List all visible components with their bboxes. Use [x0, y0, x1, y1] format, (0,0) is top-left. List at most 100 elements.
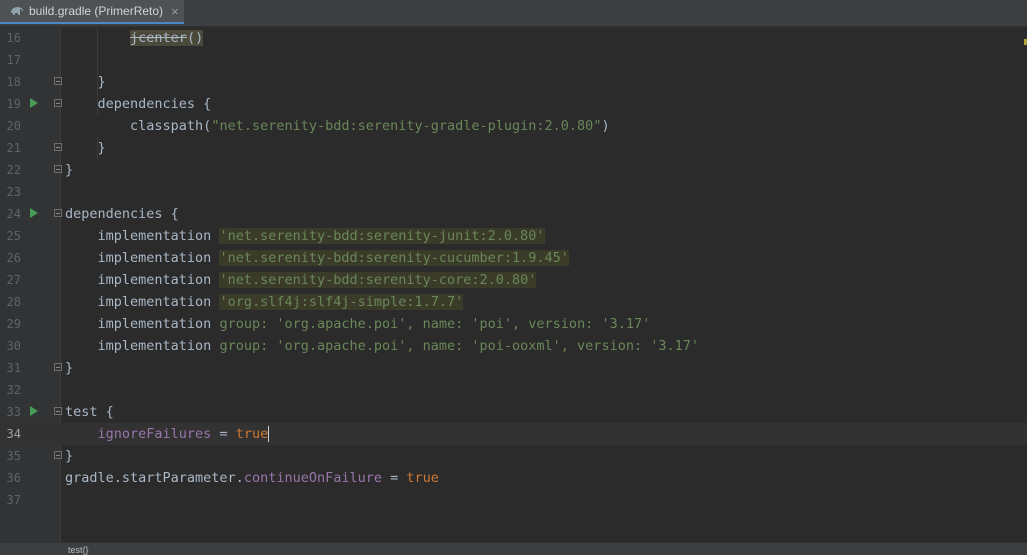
- token-deprecated: jcenter: [130, 30, 187, 46]
- token-plain: =: [381, 470, 407, 486]
- run-gutter-icon[interactable]: [30, 98, 38, 108]
- breadcrumb-bar: test{}: [0, 542, 1027, 555]
- token-plain: dependencies {: [65, 96, 212, 112]
- token-plain: }: [65, 74, 106, 90]
- code-line[interactable]: 31}: [0, 357, 1027, 379]
- code-line[interactable]: 33 test {: [0, 401, 1027, 423]
- token-plain: }: [65, 448, 74, 464]
- code-line[interactable]: 26 implementation 'net.serenity-bdd:sere…: [0, 247, 1027, 269]
- token-strhl: 'net.serenity-bdd:serenity-junit:2.0.80': [219, 228, 545, 244]
- line-number: 18: [6, 75, 21, 89]
- line-number: 37: [6, 493, 21, 507]
- line-number: 23: [6, 185, 21, 199]
- code-line[interactable]: 17: [0, 49, 1027, 71]
- fold-marker-icon[interactable]: [54, 143, 62, 151]
- run-gutter-icon[interactable]: [30, 208, 38, 218]
- code-editor[interactable]: 16 jcenter() 17 18 } 19 dependencies {20 cl…: [0, 27, 1027, 542]
- token-plain: implementation: [65, 228, 220, 244]
- code-line[interactable]: 24 dependencies {: [0, 203, 1027, 225]
- line-number: 34: [6, 427, 21, 441]
- fold-marker-icon[interactable]: [54, 407, 62, 415]
- token-plain: =: [211, 426, 236, 442]
- code-text[interactable]: }: [65, 137, 106, 159]
- token-plain: implementation: [65, 316, 220, 332]
- token-plain: }: [65, 140, 106, 156]
- token-plain: }: [65, 162, 74, 178]
- code-text[interactable]: implementation 'net.serenity-bdd:serenit…: [65, 225, 545, 247]
- line-number: 22: [6, 163, 21, 177]
- code-text[interactable]: dependencies {: [65, 93, 212, 115]
- fold-marker-icon[interactable]: [54, 77, 62, 85]
- code-line[interactable]: 16 jcenter(): [0, 27, 1027, 49]
- token-plain: ): [601, 118, 610, 134]
- code-line[interactable]: 19 dependencies {: [0, 93, 1027, 115]
- code-line[interactable]: 20 classpath("net.serenity-bdd:serenity-…: [0, 115, 1027, 137]
- fold-marker-icon[interactable]: [54, 99, 62, 107]
- token-plain: }: [65, 360, 74, 376]
- code-line[interactable]: 29 implementation group: 'org.apache.poi…: [0, 313, 1027, 335]
- code-text[interactable]: implementation group: 'org.apache.poi', …: [65, 335, 699, 357]
- token-plain: implementation: [65, 272, 220, 288]
- line-number: 27: [6, 273, 21, 287]
- code-text[interactable]: }: [65, 159, 73, 181]
- code-text[interactable]: implementation 'net.serenity-bdd:serenit…: [65, 269, 537, 291]
- code-text[interactable]: classpath("net.serenity-bdd:serenity-gra…: [65, 115, 610, 137]
- token-plain: implementation: [65, 250, 220, 266]
- code-text[interactable]: implementation group: 'org.apache.poi', …: [65, 313, 651, 335]
- code-line[interactable]: 32: [0, 379, 1027, 401]
- code-line[interactable]: 22}: [0, 159, 1027, 181]
- code-text[interactable]: gradle.startParameter.continueOnFailure …: [65, 467, 439, 489]
- editor-tab-bar: build.gradle (PrimerReto) ×: [0, 0, 1027, 27]
- line-number: 17: [6, 53, 21, 67]
- code-text[interactable]: test {: [65, 401, 114, 423]
- code-line[interactable]: 21 }: [0, 137, 1027, 159]
- code-line[interactable]: 36 gradle.startParameter.continueOnFailur…: [0, 467, 1027, 489]
- fold-marker-icon[interactable]: [54, 451, 62, 459]
- token-prop: continueOnFailure: [243, 470, 382, 486]
- code-line[interactable]: 35}: [0, 445, 1027, 467]
- fold-marker-icon[interactable]: [54, 165, 62, 173]
- line-number: 32: [6, 383, 21, 397]
- code-line[interactable]: 28 implementation 'org.slf4j:slf4j-simpl…: [0, 291, 1027, 313]
- code-line[interactable]: 37: [0, 489, 1027, 511]
- tab-title: build.gradle (PrimerReto): [29, 4, 164, 18]
- line-number: 31: [6, 361, 21, 375]
- token-plain: gradle.startParameter.: [65, 470, 244, 486]
- code-text[interactable]: }: [65, 445, 73, 467]
- line-number: 33: [6, 405, 21, 419]
- token-strhl: 'net.serenity-bdd:serenity-core:2.0.80': [219, 272, 537, 288]
- token-str: group: 'org.apache.poi', name: 'poi', ve…: [219, 316, 651, 332]
- code-line[interactable]: 25 implementation 'net.serenity-bdd:sere…: [0, 225, 1027, 247]
- token-plain: dependencies {: [65, 206, 179, 222]
- code-line[interactable]: 27 implementation 'net.serenity-bdd:sere…: [0, 269, 1027, 291]
- token-str: "net.serenity-bdd:serenity-gradle-plugin…: [211, 118, 602, 134]
- line-number: 36: [6, 471, 21, 485]
- fold-marker-icon[interactable]: [54, 209, 62, 217]
- code-line[interactable]: 23: [0, 181, 1027, 203]
- fold-marker-icon[interactable]: [54, 363, 62, 371]
- line-number: 24: [6, 207, 21, 221]
- code-text[interactable]: }: [65, 357, 73, 379]
- code-text[interactable]: ignoreFailures = true: [65, 423, 270, 445]
- token-prop: ignoreFailures: [97, 426, 212, 442]
- token-plain: classpath(: [65, 118, 212, 134]
- code-line[interactable]: 18 }: [0, 71, 1027, 93]
- run-gutter-icon[interactable]: [30, 406, 38, 416]
- code-line[interactable]: 30 implementation group: 'org.apache.poi…: [0, 335, 1027, 357]
- line-number: 26: [6, 251, 21, 265]
- code-text[interactable]: implementation 'org.slf4j:slf4j-simple:1…: [65, 291, 464, 313]
- token-plain: implementation: [65, 338, 220, 354]
- line-number: 21: [6, 141, 21, 155]
- line-number: 25: [6, 229, 21, 243]
- tab-build-gradle[interactable]: build.gradle (PrimerReto) ×: [0, 0, 184, 24]
- token-plain: implementation: [65, 294, 220, 310]
- line-number: 20: [6, 119, 21, 133]
- code-text[interactable]: dependencies {: [65, 203, 179, 225]
- token-plain: test {: [65, 404, 114, 420]
- code-text[interactable]: jcenter(): [65, 27, 204, 49]
- code-line[interactable]: 34 ignoreFailures = true: [0, 423, 1027, 445]
- code-text[interactable]: }: [65, 71, 106, 93]
- close-icon[interactable]: ×: [171, 4, 179, 19]
- code-text[interactable]: implementation 'net.serenity-bdd:serenit…: [65, 247, 569, 269]
